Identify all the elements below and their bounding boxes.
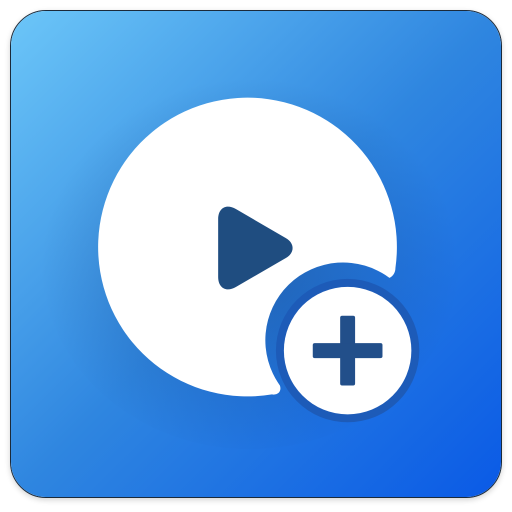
app-icon-graphic xyxy=(11,11,501,497)
canvas xyxy=(0,0,512,512)
app-icon[interactable] xyxy=(10,10,502,498)
add-badge[interactable] xyxy=(275,278,420,423)
